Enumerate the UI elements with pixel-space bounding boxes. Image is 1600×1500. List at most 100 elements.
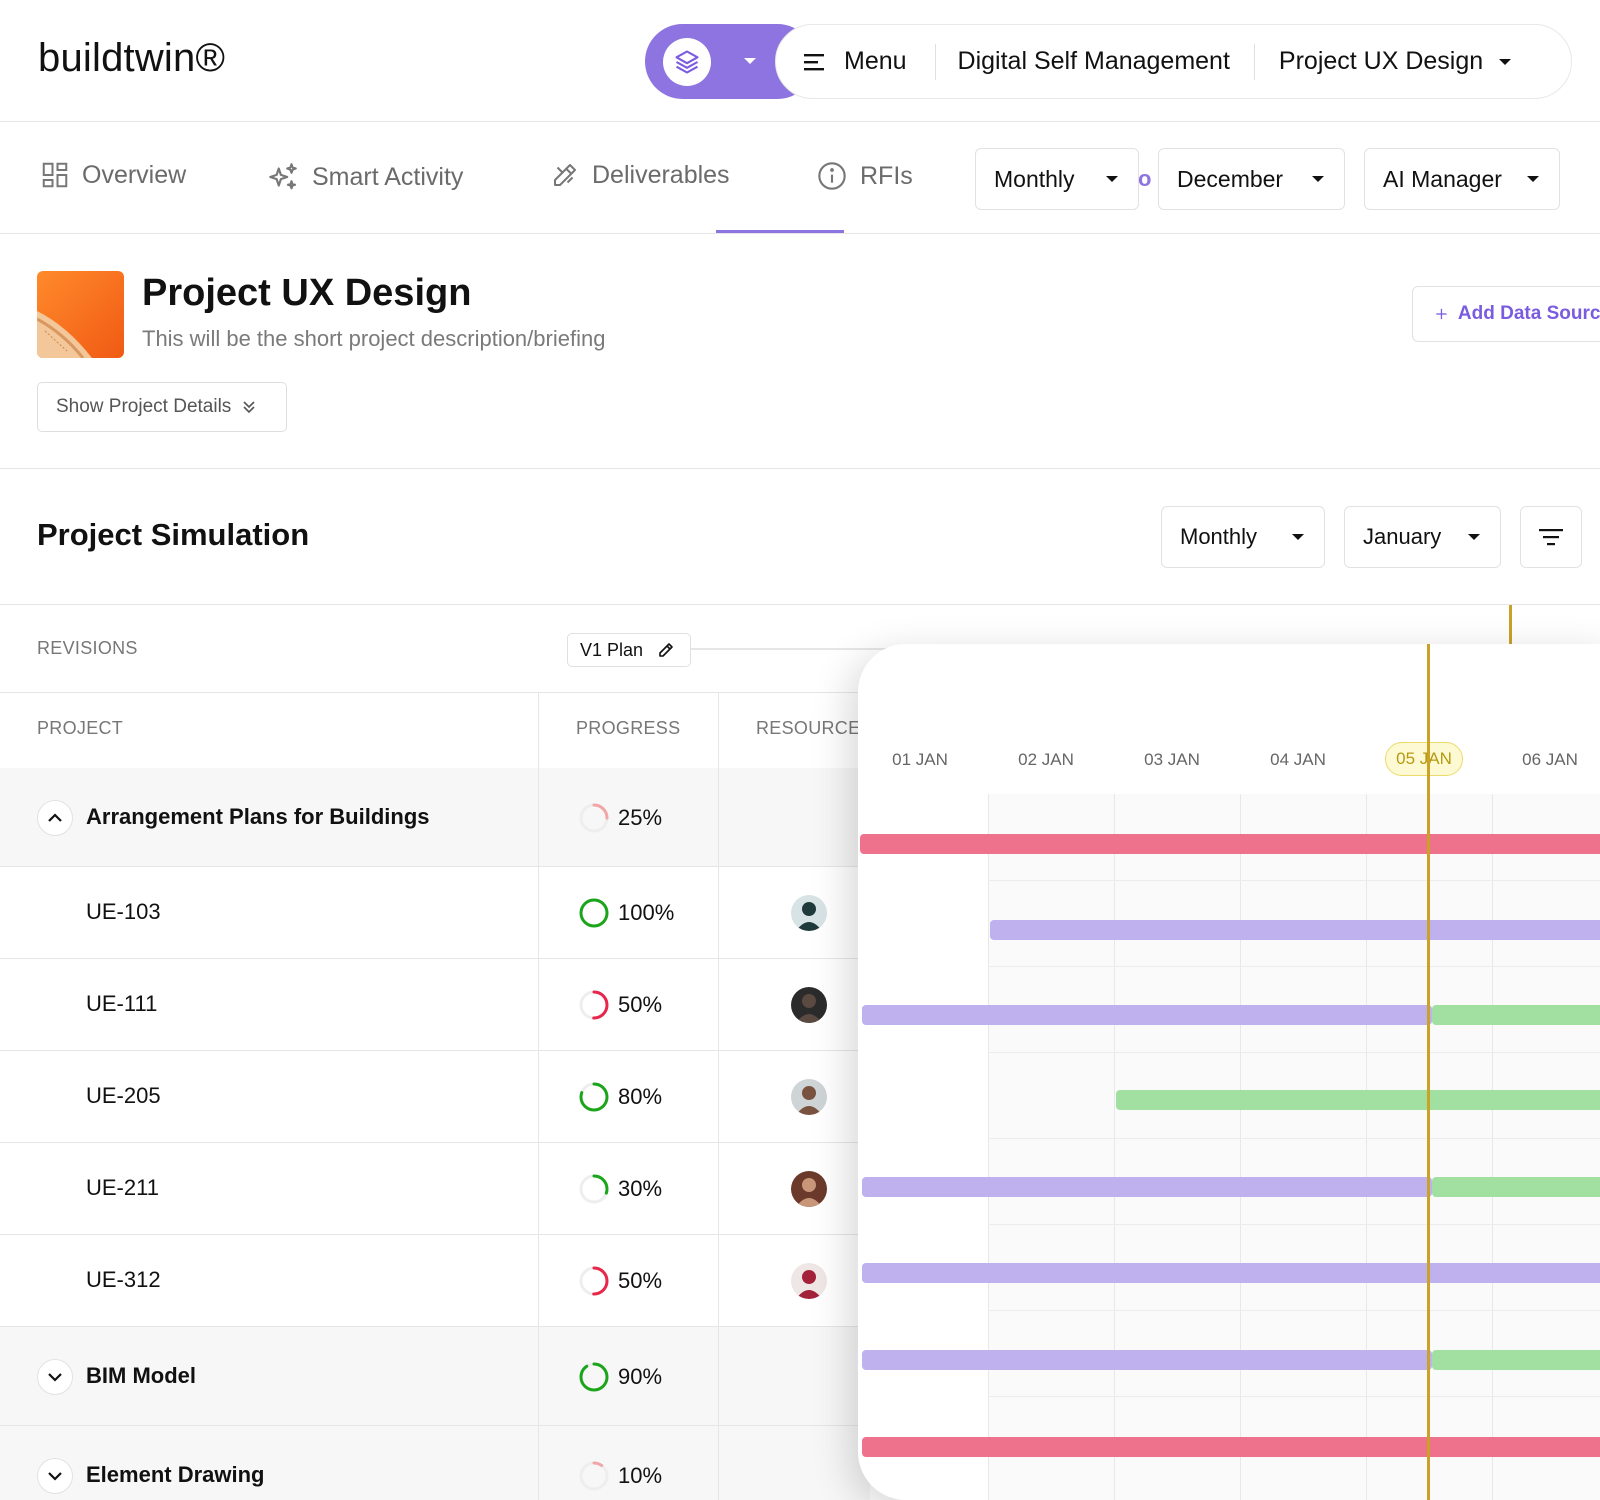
- row-label: UE-103: [86, 899, 161, 924]
- period-dropdown-value: Monthly: [994, 165, 1075, 192]
- tab-deliverables[interactable]: Deliverables: [550, 160, 730, 190]
- revision-timeline: [691, 648, 911, 650]
- gantt-bar[interactable]: [860, 834, 1600, 854]
- table-row[interactable]: UE-211 30%: [0, 1143, 870, 1235]
- progress-value: 90%: [618, 1363, 663, 1389]
- today-marker: [1509, 605, 1512, 647]
- menu-button[interactable]: Menu: [804, 47, 907, 76]
- info-icon: [818, 162, 846, 190]
- column-divider: [538, 693, 539, 1500]
- progress-ring-icon: [579, 990, 609, 1020]
- expand-chevron-icon[interactable]: [37, 1457, 73, 1494]
- caret-down-icon: [1527, 176, 1539, 182]
- simulation-month-value: January: [1363, 524, 1442, 549]
- progress-ring-icon: [579, 1266, 609, 1296]
- gantt-bar[interactable]: [1432, 1350, 1600, 1370]
- gantt-bar[interactable]: [1116, 1090, 1600, 1110]
- gantt-bar[interactable]: [862, 1437, 1600, 1457]
- workspace-link[interactable]: Digital Self Management: [958, 47, 1230, 76]
- progress-indicator: 50%: [578, 989, 662, 1021]
- dashboard-icon: [42, 162, 68, 188]
- breadcrumb-bar: Menu Digital Self Management Project UX …: [775, 24, 1572, 99]
- table-row[interactable]: UE-111 50%: [0, 959, 870, 1051]
- row-label: UE-312: [86, 1267, 161, 1292]
- filter-button[interactable]: [1520, 506, 1582, 568]
- period-dropdown[interactable]: Monthly: [975, 148, 1139, 210]
- tab-label: Smart Activity: [312, 162, 464, 191]
- gantt-bar[interactable]: [862, 1350, 1432, 1370]
- tabs-row: Overview Smart Activity Deliverables RFI…: [0, 122, 1600, 234]
- gantt-today-label: 05 JAN: [1385, 742, 1463, 776]
- add-data-source-button[interactable]: Add Data Source: [1412, 286, 1600, 342]
- show-project-details-button[interactable]: Show Project Details: [37, 382, 287, 432]
- row-label: UE-205: [86, 1083, 161, 1108]
- gantt-bar[interactable]: [1432, 1005, 1600, 1025]
- edit-pencil-icon[interactable]: [657, 641, 675, 659]
- table-row[interactable]: UE-103 100%: [0, 867, 870, 959]
- overflow-fragment: o: [1138, 166, 1152, 191]
- gantt-grid-line: [988, 880, 1600, 881]
- caret-down-icon: [1106, 176, 1118, 182]
- menu-label: Menu: [844, 47, 907, 75]
- project-title: Project UX Design: [142, 272, 472, 314]
- plus-icon: [1436, 308, 1447, 320]
- tab-overview[interactable]: Overview: [40, 160, 186, 190]
- project-thumbnail: [37, 271, 124, 358]
- avatar[interactable]: [791, 1171, 827, 1207]
- gantt-grid-line: [1492, 794, 1493, 1500]
- section-divider: [0, 468, 1600, 469]
- gantt-date-label: 06 JAN: [1522, 750, 1578, 769]
- app-logo[interactable]: buildtwin®: [38, 36, 225, 81]
- caret-down-icon[interactable]: [737, 48, 763, 74]
- column-header-resources: RESOURCE: [756, 718, 861, 738]
- avatar[interactable]: [791, 1079, 827, 1115]
- filter-icon: [1539, 529, 1563, 546]
- column-divider: [718, 693, 719, 1500]
- expand-chevron-icon[interactable]: [37, 1358, 73, 1395]
- avatar[interactable]: [791, 895, 827, 931]
- avatar[interactable]: [791, 1263, 827, 1299]
- gantt-bar[interactable]: [1432, 1177, 1600, 1197]
- progress-value: 25%: [618, 804, 663, 830]
- progress-ring-icon: [579, 1082, 609, 1112]
- gantt-bar[interactable]: [862, 1263, 1600, 1283]
- avatar[interactable]: [791, 987, 827, 1023]
- top-navigation: Menu Digital Self Management Project UX …: [645, 24, 1572, 99]
- gantt-grid-line: [988, 1052, 1600, 1053]
- progress-indicator: 100%: [578, 897, 674, 929]
- month-dropdown[interactable]: December: [1158, 148, 1345, 210]
- gantt-bar[interactable]: [862, 1177, 1432, 1197]
- gantt-grid-line: [1114, 794, 1115, 1500]
- show-project-details-label: Show Project Details: [56, 396, 232, 417]
- row-label: Element Drawing: [86, 1461, 265, 1487]
- tab-smart-activity[interactable]: Smart Activity: [266, 160, 463, 194]
- project-description: This will be the short project descripti…: [142, 326, 606, 351]
- column-header-progress: PROGRESS: [576, 718, 681, 738]
- nav-divider: [1253, 43, 1255, 80]
- simulation-period-dropdown[interactable]: Monthly: [1161, 506, 1325, 568]
- project-selector[interactable]: Project UX Design: [1279, 47, 1513, 76]
- revision-chip[interactable]: V1 Plan: [567, 633, 691, 667]
- tab-label: Deliverables: [592, 160, 730, 189]
- group-row[interactable]: BIM Model 90%: [0, 1327, 870, 1426]
- group-row[interactable]: Arrangement Plans for Buildings 25%: [0, 768, 870, 867]
- tab-rfis[interactable]: RFIs: [816, 160, 913, 192]
- tab-label: Overview: [82, 160, 187, 189]
- gantt-bar[interactable]: [862, 1005, 1432, 1025]
- simulation-month-dropdown[interactable]: January: [1344, 506, 1501, 568]
- collapse-chevron-icon[interactable]: [37, 799, 73, 836]
- table-row[interactable]: UE-205 80%: [0, 1051, 870, 1143]
- gantt-bar[interactable]: [990, 920, 1600, 940]
- row-label: BIM Model: [86, 1362, 196, 1388]
- table-row[interactable]: UE-312 50%: [0, 1235, 870, 1327]
- month-dropdown-value: December: [1177, 165, 1284, 192]
- simulation-title: Project Simulation: [37, 517, 310, 552]
- manager-dropdown[interactable]: AI Manager: [1364, 148, 1560, 210]
- progress-ring-icon: [579, 803, 609, 832]
- add-data-source-label: Add Data Source: [1457, 303, 1600, 324]
- gantt-grid: [988, 794, 1600, 1500]
- nav-divider: [934, 43, 936, 80]
- progress-value: 80%: [618, 1084, 663, 1109]
- group-row[interactable]: Element Drawing 10%: [0, 1426, 870, 1500]
- double-chevron-down-icon: [243, 401, 255, 414]
